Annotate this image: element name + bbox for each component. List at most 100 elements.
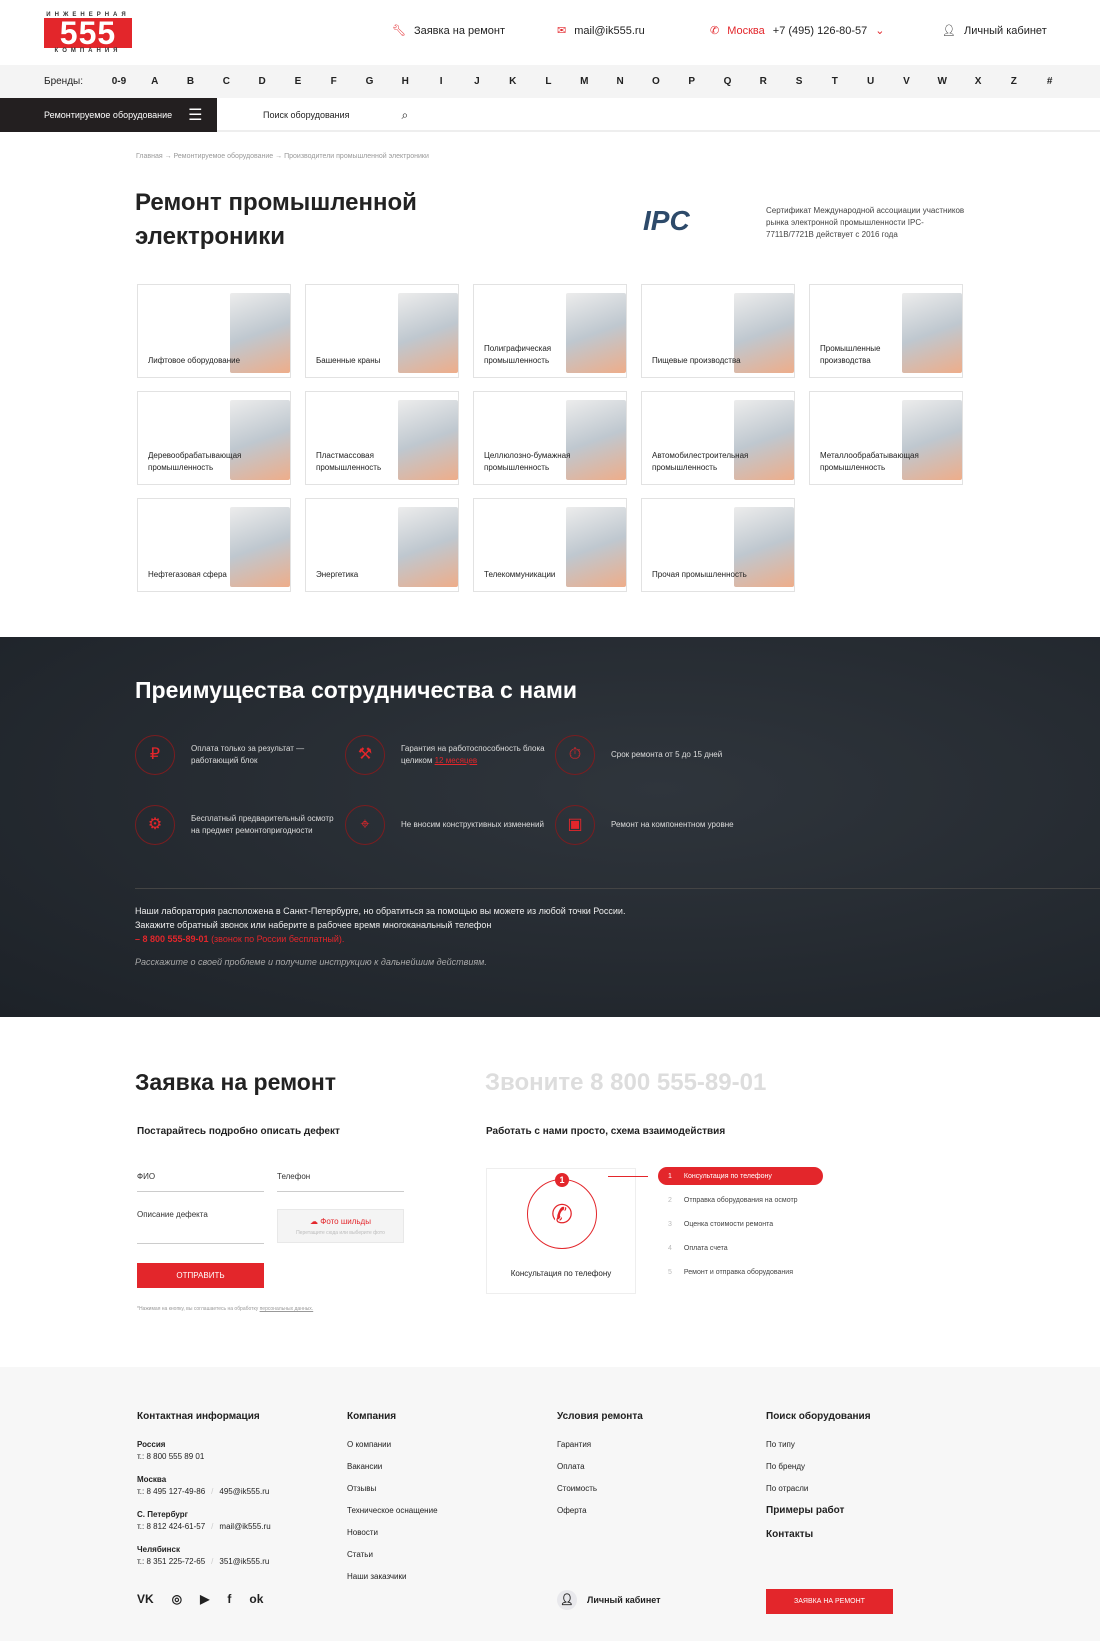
breadcrumb[interactable]: Главная → Ремонтируемое оборудование → П… (136, 153, 429, 160)
phone-selector[interactable]: ✆ Москва +7 (495) 126-80-57 ⌄ (710, 24, 884, 38)
search-input[interactable]: Поиск оборудования ⌕ (263, 98, 408, 132)
brand-letter[interactable]: I (423, 76, 459, 87)
brand-letter[interactable]: X (960, 76, 996, 87)
defect-textarea[interactable]: Описание дефекта (137, 1206, 264, 1244)
footer-link[interactable]: Вакансии (347, 1461, 438, 1473)
footer-link[interactable]: Техническое оснащение (347, 1505, 438, 1517)
contact-phone[interactable]: т.: 8 800 555 89 01 (137, 1452, 204, 1461)
footer-link[interactable]: Оплата (557, 1461, 643, 1473)
examples-link[interactable]: Примеры работ (766, 1505, 871, 1517)
brand-letter[interactable]: R (745, 76, 781, 87)
brand-letter[interactable]: Z (996, 76, 1032, 87)
brand-letter[interactable]: 0-9 (101, 76, 137, 87)
footer-link[interactable]: По бренду (766, 1461, 871, 1473)
brand-letter[interactable]: D (244, 76, 280, 87)
target-icon: ⌖ (345, 805, 385, 845)
brand-letter[interactable]: B (173, 76, 209, 87)
youtube-icon[interactable]: ▶ (200, 1592, 209, 1606)
category-card[interactable]: Автомобилестроительная промышленность (641, 391, 795, 485)
brand-letter[interactable]: C (208, 76, 244, 87)
brand-letter[interactable]: P (674, 76, 710, 87)
footer-link[interactable]: О компании (347, 1439, 438, 1451)
repair-request-link[interactable]: 🔧︎ Заявка на ремонт (392, 24, 505, 38)
category-card[interactable]: Энергетика (305, 498, 459, 592)
contact-phone[interactable]: т.: 8 812 424-61-57 (137, 1522, 205, 1531)
vk-icon[interactable]: VK (137, 1592, 154, 1606)
payment-icon: ₽ (135, 735, 175, 775)
brand-letter[interactable]: F (316, 76, 352, 87)
personal-data-link[interactable]: персональных данных. (260, 1306, 314, 1312)
brand-letter[interactable]: K (495, 76, 531, 87)
contact-email[interactable]: mail@ik555.ru (219, 1522, 270, 1531)
footer-link[interactable]: Наши заказчики (347, 1571, 438, 1583)
free-phone[interactable]: – 8 800 555-89-01 (135, 934, 209, 944)
category-card[interactable]: Башенные краны (305, 284, 459, 378)
scheme-step[interactable]: 3 Оценка стоимости ремонта (658, 1215, 823, 1233)
phone-input[interactable]: Телефон (277, 1168, 404, 1192)
brand-letter[interactable]: H (387, 76, 423, 87)
brand-letter[interactable]: W (924, 76, 960, 87)
logo[interactable]: ИНЖЕНЕРНАЯ 555 КОМПАНИЯ (44, 12, 132, 54)
category-card[interactable]: Лифтовое оборудование (137, 284, 291, 378)
category-card[interactable]: Прочая промышленность (641, 498, 795, 592)
brand-letter[interactable]: E (280, 76, 316, 87)
brand-letter[interactable]: N (602, 76, 638, 87)
scheme-step[interactable]: 4 Оплата счета (658, 1239, 823, 1257)
name-input[interactable]: ФИО (137, 1168, 264, 1192)
instagram-icon[interactable]: ◎ (172, 1592, 182, 1606)
brand-letter[interactable]: J (459, 76, 495, 87)
scheme-step[interactable]: 5 Ремонт и отправка оборудования (658, 1263, 823, 1281)
footer-repair-button[interactable]: ЗАЯВКА НА РЕМОНТ (766, 1589, 893, 1614)
footer-link[interactable]: Стоимость (557, 1483, 643, 1495)
search-icon[interactable]: ⌕ (402, 108, 409, 123)
upload-hint: Перетащите сюда или выберите фото (296, 1230, 385, 1236)
category-card[interactable]: Деревообрабатывающая промышленность (137, 391, 291, 485)
contacts-link[interactable]: Контакты (766, 1529, 871, 1541)
email-label: mail@ik555.ru (574, 24, 645, 37)
contact-email[interactable]: 495@ik555.ru (219, 1487, 269, 1496)
footer-link[interactable]: Статьи (347, 1549, 438, 1561)
category-card[interactable]: Целлюлозно-бумажная промышленность (473, 391, 627, 485)
footer-link[interactable]: По типу (766, 1439, 871, 1451)
brand-letter[interactable]: A (137, 76, 173, 87)
advantage-item: ₽ Оплата только за результат — работающий… (135, 735, 335, 775)
brand-letter[interactable]: T (817, 76, 853, 87)
brand-letter[interactable]: # (1032, 76, 1068, 87)
brand-letter[interactable]: S (781, 76, 817, 87)
brand-letter[interactable]: O (638, 76, 674, 87)
brand-letter[interactable]: G (352, 76, 388, 87)
account-link[interactable]: 👤︎ Личный кабинет (942, 24, 1047, 38)
email-link[interactable]: ✉ mail@ik555.ru (557, 24, 645, 38)
brand-letter[interactable]: M (566, 76, 602, 87)
footer-link[interactable]: Гарантия (557, 1439, 643, 1451)
contact-phone[interactable]: т.: 8 351 225-72-65 (137, 1557, 205, 1566)
contact-block: Москва т.: 8 495 127-49-86 / 495@ik555.ru (137, 1474, 271, 1498)
brand-letter[interactable]: U (853, 76, 889, 87)
scheme-step[interactable]: 1 Консультация по телефону (658, 1167, 823, 1185)
category-card[interactable]: Полиграфическая промышленность (473, 284, 627, 378)
footer-link[interactable]: Новости (347, 1527, 438, 1539)
submit-button[interactable]: ОТПРАВИТЬ (137, 1263, 264, 1288)
facebook-icon[interactable]: f (227, 1592, 231, 1606)
scheme-step[interactable]: 2 Отправка оборудования на осмотр (658, 1191, 823, 1209)
category-card[interactable]: Пластмассовая промышленность (305, 391, 459, 485)
brand-letter[interactable]: L (531, 76, 567, 87)
separator: / (211, 1557, 214, 1566)
odnoklassniki-icon[interactable]: ok (249, 1592, 263, 1606)
brand-letter[interactable]: Q (710, 76, 746, 87)
category-card[interactable]: Нефтегазовая сфера (137, 498, 291, 592)
footer-link[interactable]: Отзывы (347, 1483, 438, 1495)
contact-email[interactable]: 351@ik555.ru (219, 1557, 269, 1566)
footer-link[interactable]: Оферта (557, 1505, 643, 1517)
catalog-menu-button[interactable]: Ремонтируемое оборудование ☰ (0, 98, 217, 132)
warranty-link[interactable]: 12 месяцев (435, 756, 478, 765)
category-card[interactable]: Телекоммуникации (473, 498, 627, 592)
footer-account-link[interactable]: 👤︎ Личный кабинет (557, 1590, 661, 1610)
footer-link[interactable]: По отрасли (766, 1483, 871, 1495)
category-card[interactable]: Промышленные производства (809, 284, 963, 378)
brand-letter[interactable]: V (889, 76, 925, 87)
contact-phone[interactable]: т.: 8 495 127-49-86 (137, 1487, 205, 1496)
category-card[interactable]: Металлообрабатывающая промышленность (809, 391, 963, 485)
category-card[interactable]: Пищевые производства (641, 284, 795, 378)
photo-upload[interactable]: ☁ Фото шильды Перетащите сюда или выберит… (277, 1209, 404, 1243)
